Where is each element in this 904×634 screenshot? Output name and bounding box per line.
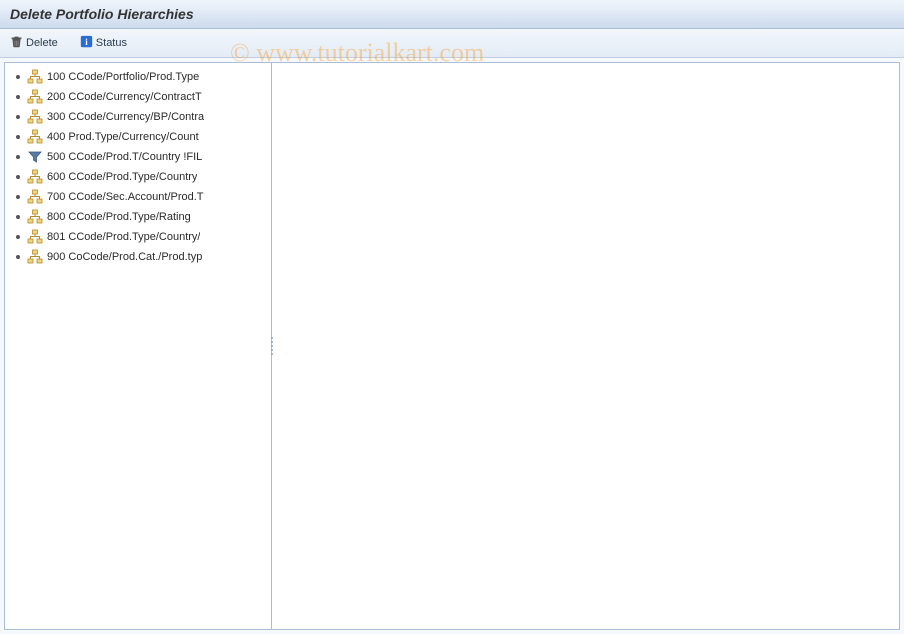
- tree-item[interactable]: 801 CCode/Prod.Type/Country/: [7, 227, 269, 247]
- hierarchy-icon: [27, 169, 43, 185]
- tree-item[interactable]: 500 CCode/Prod.T/Country !FIL: [7, 147, 269, 167]
- hierarchy-icon: [27, 209, 43, 225]
- bullet-icon: [16, 235, 20, 239]
- tree-item-label: 700 CCode/Sec.Account/Prod.T: [47, 191, 204, 203]
- delete-button[interactable]: Delete: [6, 33, 62, 53]
- status-button-label: Status: [96, 37, 127, 49]
- tree-item[interactable]: 300 CCode/Currency/BP/Contra: [7, 107, 269, 127]
- bullet-icon: [16, 195, 20, 199]
- hierarchy-icon: [27, 229, 43, 245]
- hierarchy-icon: [27, 189, 43, 205]
- filter-icon: [27, 149, 43, 165]
- bullet-icon: [16, 135, 20, 139]
- hierarchy-icon: [27, 129, 43, 145]
- tree-item-label: 900 CoCode/Prod.Cat./Prod.typ: [47, 251, 202, 263]
- tree-item-label: 100 CCode/Portfolio/Prod.Type: [47, 71, 199, 83]
- tree-item[interactable]: 800 CCode/Prod.Type/Rating: [7, 207, 269, 227]
- bullet-icon: [16, 155, 20, 159]
- bullet-icon: [16, 255, 20, 259]
- tree-item[interactable]: 200 CCode/Currency/ContractT: [7, 87, 269, 107]
- title-bar: Delete Portfolio Hierarchies: [0, 0, 904, 29]
- tree-item[interactable]: 600 CCode/Prod.Type/Country: [7, 167, 269, 187]
- tree-item-label: 801 CCode/Prod.Type/Country/: [47, 231, 200, 243]
- hierarchy-icon: [27, 89, 43, 105]
- bullet-icon: [16, 75, 20, 79]
- bullet-icon: [16, 175, 20, 179]
- hierarchy-icon: [27, 69, 43, 85]
- splitter-handle[interactable]: [269, 331, 275, 361]
- toolbar: Delete i Status: [0, 29, 904, 58]
- tree-item[interactable]: 700 CCode/Sec.Account/Prod.T: [7, 187, 269, 207]
- tree-item-label: 800 CCode/Prod.Type/Rating: [47, 211, 191, 223]
- trash-icon: [10, 35, 23, 51]
- tree-panel: 100 CCode/Portfolio/Prod.Type 200 CCode/C…: [4, 62, 272, 630]
- tree-item-label: 300 CCode/Currency/BP/Contra: [47, 111, 204, 123]
- hierarchy-icon: [27, 109, 43, 125]
- tree-item[interactable]: 900 CoCode/Prod.Cat./Prod.typ: [7, 247, 269, 267]
- bullet-icon: [16, 95, 20, 99]
- main-area: 100 CCode/Portfolio/Prod.Type 200 CCode/C…: [0, 58, 904, 634]
- status-button[interactable]: i Status: [76, 33, 131, 53]
- tree-item[interactable]: 100 CCode/Portfolio/Prod.Type: [7, 67, 269, 87]
- content-panel: [272, 62, 900, 630]
- tree-item-label: 200 CCode/Currency/ContractT: [47, 91, 202, 103]
- page-title: Delete Portfolio Hierarchies: [10, 6, 194, 22]
- hierarchy-icon: [27, 249, 43, 265]
- tree-item-label: 600 CCode/Prod.Type/Country: [47, 171, 197, 183]
- tree-item[interactable]: 400 Prod.Type/Currency/Count: [7, 127, 269, 147]
- bullet-icon: [16, 215, 20, 219]
- tree-item-label: 400 Prod.Type/Currency/Count: [47, 131, 199, 143]
- bullet-icon: [16, 115, 20, 119]
- delete-button-label: Delete: [26, 37, 58, 49]
- info-icon: i: [80, 35, 93, 51]
- tree-item-label: 500 CCode/Prod.T/Country !FIL: [47, 151, 202, 163]
